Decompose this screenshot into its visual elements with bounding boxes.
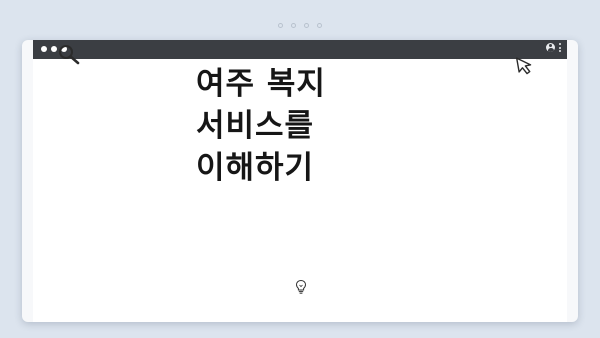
lightbulb-icon bbox=[295, 279, 307, 294]
pagination-dot-4[interactable] bbox=[317, 23, 322, 28]
slide-stage: 여주 복지 서비스를 이해하기 bbox=[0, 0, 600, 338]
window-titlebar bbox=[33, 40, 567, 59]
slide-title-line-3: 이해하기 bbox=[196, 150, 315, 186]
pagination-dot-1[interactable] bbox=[278, 23, 283, 28]
window-close-dot[interactable] bbox=[41, 46, 47, 52]
cursor-arrow-icon bbox=[516, 57, 532, 75]
pagination-dots bbox=[0, 23, 600, 28]
slide-title-line-2: 서비스를 bbox=[196, 108, 315, 144]
titlebar-actions bbox=[546, 43, 561, 52]
user-icon[interactable] bbox=[546, 43, 555, 52]
search-icon bbox=[59, 45, 80, 65]
slide-title-line-1: 여주 복지 bbox=[196, 66, 326, 102]
pagination-dot-2[interactable] bbox=[291, 23, 296, 28]
slide-title: 여주 복지 서비스를 이해하기 bbox=[196, 63, 416, 189]
pagination-dot-3[interactable] bbox=[304, 23, 309, 28]
kebab-menu-icon[interactable] bbox=[559, 43, 561, 52]
